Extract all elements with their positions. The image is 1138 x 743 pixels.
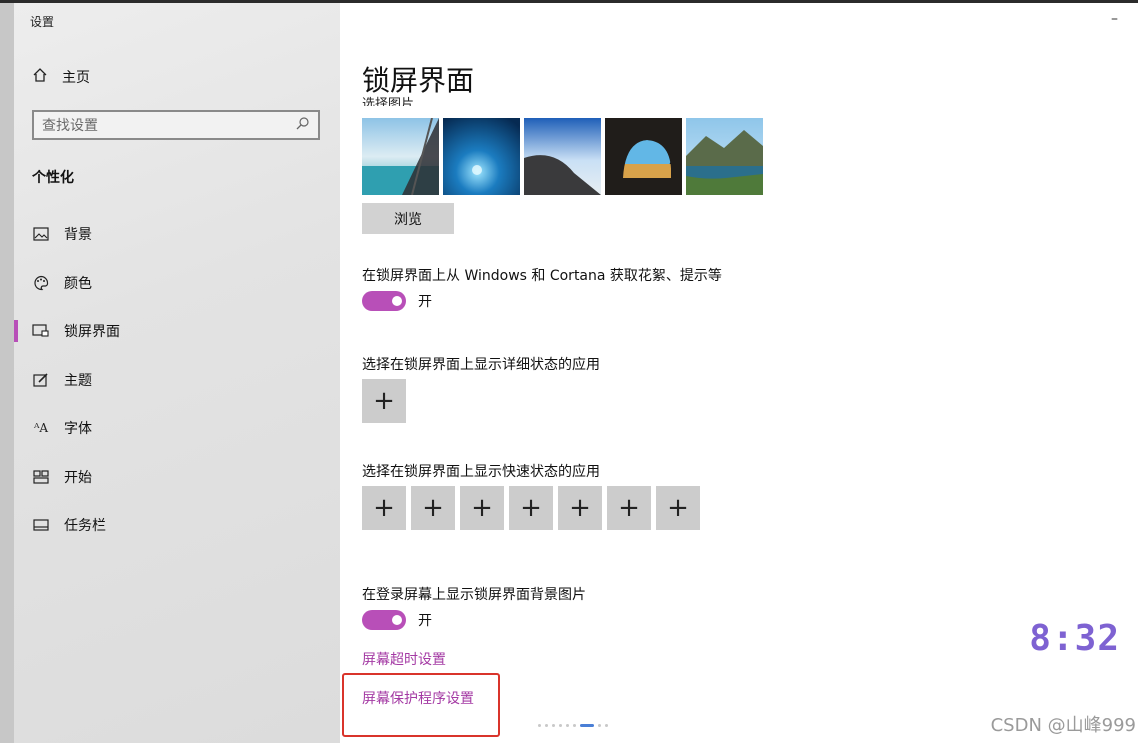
quick-status-label: 选择在锁屏界面上显示快速状态的应用 — [362, 464, 600, 480]
window-title: 设置 — [30, 15, 55, 29]
wallpaper-thumbnail-lake[interactable] — [686, 118, 763, 195]
highlight-box — [342, 673, 500, 737]
clock-overlay: 8:32 — [1029, 618, 1120, 659]
page-dot-active — [580, 724, 594, 727]
main-content: – 锁屏界面 选择图片 浏览 在锁屏界面上从 Windows 和 Cortana… — [340, 3, 1138, 743]
font-icon: ᴬA — [33, 421, 49, 435]
sidebar-item-color[interactable]: 颜色 — [32, 272, 92, 294]
wallpaper-thumbnail-cave[interactable] — [605, 118, 682, 195]
sidebar-item-home[interactable]: 主页 — [32, 67, 90, 87]
page-dot — [552, 724, 555, 727]
sidebar-item-label: 字体 — [64, 421, 92, 437]
choose-picture-label: 选择图片 — [362, 97, 415, 106]
sidebar-item-label: 任务栏 — [64, 518, 106, 534]
sidebar: 设置 主页 查找设置 个性化 背景 颜色 锁屏界面 主题 ᴬA 字体 开始 任务… — [0, 3, 340, 743]
active-indicator — [14, 320, 18, 342]
picture-icon — [32, 225, 50, 243]
watermark: CSDN @山峰999 — [990, 715, 1136, 736]
taskbar-icon — [32, 516, 50, 534]
sidebar-item-taskbar[interactable]: 任务栏 — [32, 514, 106, 536]
sidebar-item-label: 开始 — [64, 470, 92, 486]
add-quick-status-app-button[interactable]: + — [362, 486, 406, 530]
settings-window: 设置 主页 查找设置 个性化 背景 颜色 锁屏界面 主题 ᴬA 字体 开始 任务… — [0, 3, 1138, 743]
wallpaper-thumbnail-underwater[interactable] — [443, 118, 520, 195]
page-dot — [598, 724, 601, 727]
toggle-state: 开 — [418, 294, 432, 310]
sidebar-item-background[interactable]: 背景 — [32, 223, 92, 245]
sidebar-item-label: 锁屏界面 — [64, 324, 120, 340]
signin-background-toggle[interactable] — [362, 610, 406, 630]
add-quick-status-app-button[interactable]: + — [460, 486, 504, 530]
add-quick-status-app-button[interactable]: + — [509, 486, 553, 530]
lockscreen-icon — [32, 322, 50, 340]
section-title: 个性化 — [32, 170, 74, 186]
spotlight-toggle[interactable] — [362, 291, 406, 311]
sidebar-item-label: 背景 — [64, 227, 92, 243]
wallpaper-thumbnail-desert[interactable] — [524, 118, 601, 195]
wallpaper-thumbnail-beach[interactable] — [362, 118, 439, 195]
search-input[interactable]: 查找设置 — [32, 110, 320, 140]
sidebar-item-start[interactable]: 开始 — [32, 466, 92, 488]
page-title: 锁屏界面 — [362, 64, 475, 97]
page-dot — [545, 724, 548, 727]
toggle-state: 开 — [418, 613, 432, 629]
detailed-status-label: 选择在锁屏界面上显示详细状态的应用 — [362, 357, 600, 373]
search-placeholder: 查找设置 — [42, 118, 98, 134]
start-icon — [32, 468, 50, 486]
spotlight-label: 在锁屏界面上从 Windows 和 Cortana 获取花絮、提示等 — [362, 268, 722, 284]
browse-button[interactable]: 浏览 — [362, 203, 454, 234]
screen-timeout-link[interactable]: 屏幕超时设置 — [362, 649, 446, 669]
minimize-button[interactable]: – — [1111, 11, 1118, 27]
page-dot — [605, 724, 608, 727]
toggle-knob — [392, 296, 402, 306]
theme-icon — [32, 371, 50, 389]
picture-thumbnails — [362, 118, 763, 195]
signin-background-toggle-row: 开 — [362, 610, 432, 630]
page-indicator — [538, 724, 608, 727]
add-quick-status-app-button[interactable]: + — [411, 486, 455, 530]
page-dot — [573, 724, 576, 727]
spotlight-toggle-row: 开 — [362, 291, 432, 311]
home-icon — [32, 67, 48, 87]
sidebar-home-label: 主页 — [62, 70, 90, 86]
palette-icon — [32, 274, 50, 292]
page-dot — [566, 724, 569, 727]
add-quick-status-app-button[interactable]: + — [656, 486, 700, 530]
sidebar-item-fonts[interactable]: ᴬA 字体 — [32, 417, 92, 439]
add-quick-status-app-button[interactable]: + — [558, 486, 602, 530]
search-icon[interactable] — [296, 116, 310, 134]
signin-background-label: 在登录屏幕上显示锁屏界面背景图片 — [362, 587, 586, 603]
sidebar-item-themes[interactable]: 主题 — [32, 369, 92, 391]
sidebar-item-label: 主题 — [64, 373, 92, 389]
add-quick-status-app-button[interactable]: + — [607, 486, 651, 530]
toggle-knob — [392, 615, 402, 625]
page-dot — [559, 724, 562, 727]
sidebar-item-label: 颜色 — [64, 276, 92, 292]
sidebar-item-lockscreen[interactable]: 锁屏界面 — [32, 320, 120, 342]
add-detailed-status-app-button[interactable]: + — [362, 379, 406, 423]
quick-status-app-buttons: + + + + + + + — [362, 486, 700, 530]
page-dot — [538, 724, 541, 727]
